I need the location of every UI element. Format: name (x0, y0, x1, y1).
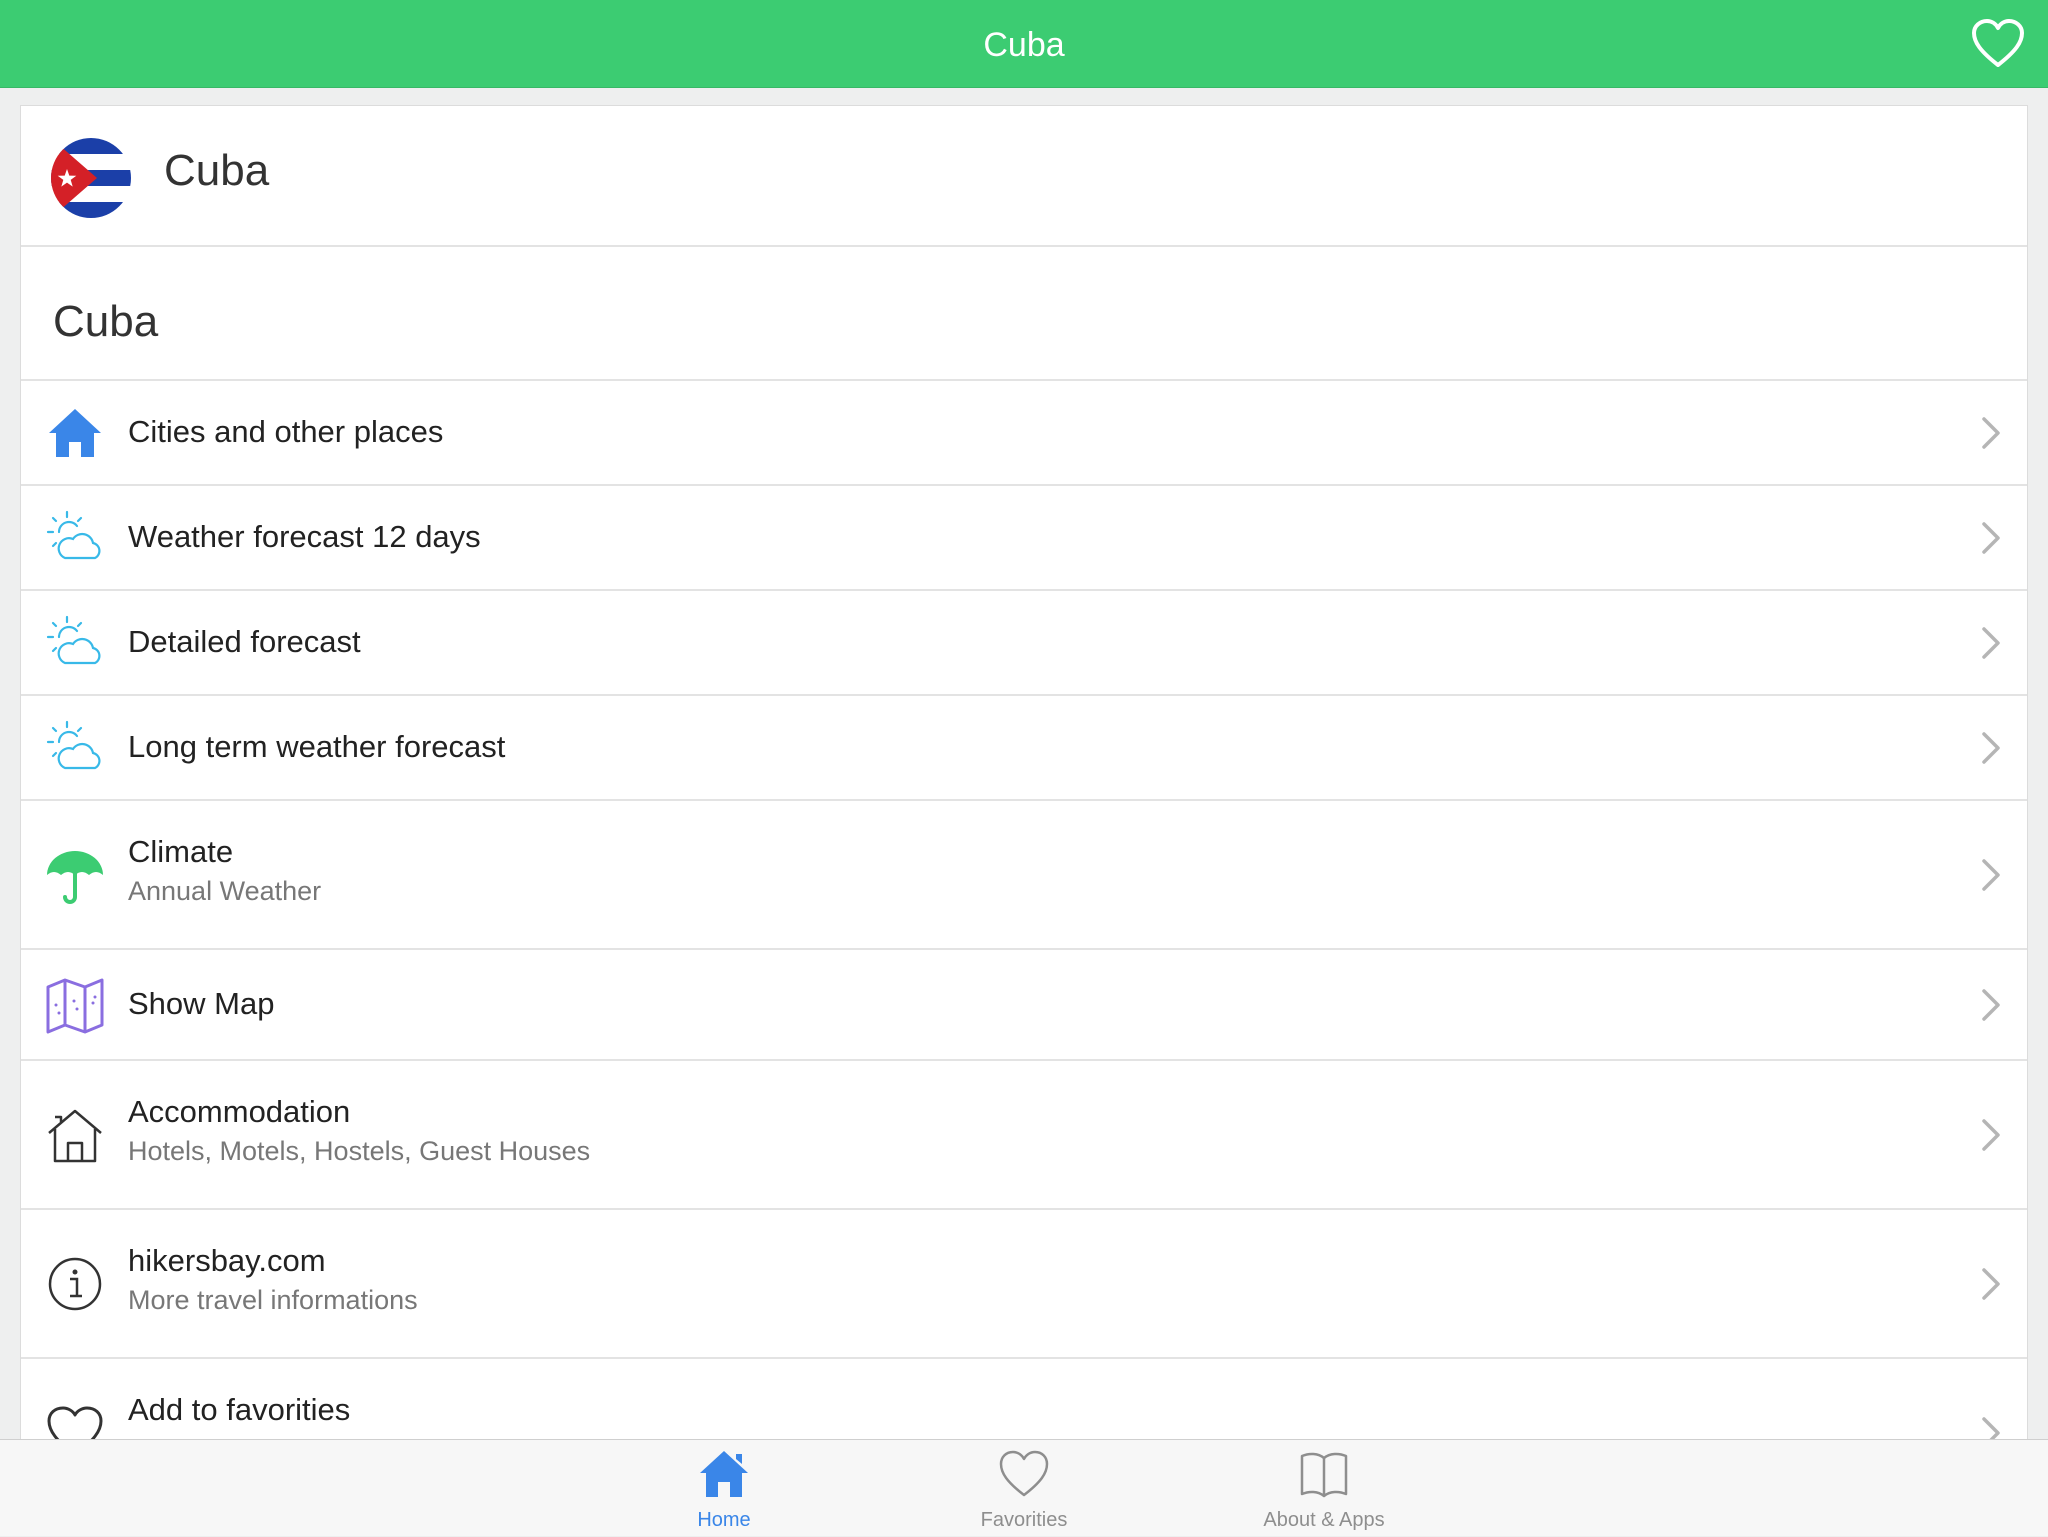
menu-item-accommodation[interactable]: Accommodation Hotels, Motels, Hostels, G… (21, 1059, 2027, 1208)
sun-cloud-icon (46, 510, 101, 560)
menu-item-label: Accommodation (128, 1094, 351, 1129)
menu-item-long-term-forecast[interactable]: Long term weather forecast (21, 694, 2027, 799)
menu-item-sublabel: Hotels, Motels, Hostels, Guest Houses (128, 1136, 591, 1166)
menu-item-add-to-favorites[interactable]: Add to favorities (21, 1357, 2027, 1439)
tab-home[interactable]: Home (624, 1440, 824, 1537)
menu-item-detailed-forecast[interactable]: Detailed forecast (21, 589, 2027, 694)
menu-item-sublabel: Annual Weather (128, 876, 322, 906)
heart-outline-icon (47, 1406, 103, 1439)
sun-cloud-icon (46, 720, 101, 770)
chevron-right-icon (1982, 522, 2000, 554)
home-icon (49, 409, 101, 457)
heart-outline-icon (999, 1450, 1049, 1497)
menu-item-cities[interactable]: Cities and other places (21, 379, 2027, 484)
info-icon (48, 1257, 102, 1311)
chevron-right-icon (1982, 732, 2000, 764)
menu-item-label: Detailed forecast (128, 624, 361, 659)
home-icon (700, 1451, 748, 1497)
menu-item-climate[interactable]: Climate Annual Weather (21, 799, 2027, 948)
chevron-right-icon (1982, 627, 2000, 659)
section-title: Cuba (53, 297, 159, 346)
country-header: Cuba (21, 106, 2027, 247)
tab-label: Home (697, 1509, 751, 1531)
favorite-heart-button[interactable] (1970, 18, 2026, 70)
chevron-right-icon (1982, 1268, 2000, 1300)
menu-item-sublabel: More travel informations (128, 1285, 418, 1315)
navbar-title: Cuba (983, 26, 1065, 64)
tab-label: Favorities (980, 1509, 1068, 1531)
menu-item-label: hikersbay.com (128, 1243, 326, 1278)
tab-label: About & Apps (1263, 1509, 1385, 1531)
menu-item-label: Show Map (128, 986, 275, 1021)
chevron-right-icon (1982, 1417, 2000, 1439)
menu-item-hikersbay[interactable]: hikersbay.com More travel informations (21, 1208, 2027, 1357)
cuba-flag-icon (51, 138, 131, 218)
country-title: Cuba (164, 146, 270, 195)
navigation-bar: Cuba (0, 0, 2048, 88)
content-scroll-area[interactable]: Cuba Cuba Cities and other places Weathe… (0, 88, 2048, 1439)
menu-item-label: Cities and other places (128, 414, 444, 449)
book-icon (1300, 1452, 1348, 1498)
chevron-right-icon (1982, 1119, 2000, 1151)
house-outline-icon (48, 1109, 102, 1163)
chevron-right-icon (1982, 417, 2000, 449)
tab-favorities[interactable]: Favorities (924, 1440, 1124, 1537)
heart-outline-icon (1972, 19, 2024, 67)
section-heading: Cuba (21, 247, 2027, 379)
menu-item-label: Add to favorities (128, 1392, 351, 1427)
menu-item-weather-forecast[interactable]: Weather forecast 12 days (21, 484, 2027, 589)
menu-item-label: Weather forecast 12 days (128, 519, 481, 554)
sun-cloud-icon (46, 615, 101, 665)
tab-bar: Home Favorities About & Apps (0, 1439, 2048, 1536)
chevron-right-icon (1982, 989, 2000, 1021)
umbrella-icon (47, 851, 103, 904)
menu-item-label: Long term weather forecast (128, 729, 506, 764)
country-card: Cuba Cuba Cities and other places Weathe… (20, 105, 2028, 1439)
menu-item-show-map[interactable]: Show Map (21, 948, 2027, 1059)
map-icon (46, 978, 104, 1034)
chevron-right-icon (1982, 859, 2000, 891)
menu-item-label: Climate (128, 834, 234, 869)
tab-about-apps[interactable]: About & Apps (1224, 1440, 1424, 1537)
